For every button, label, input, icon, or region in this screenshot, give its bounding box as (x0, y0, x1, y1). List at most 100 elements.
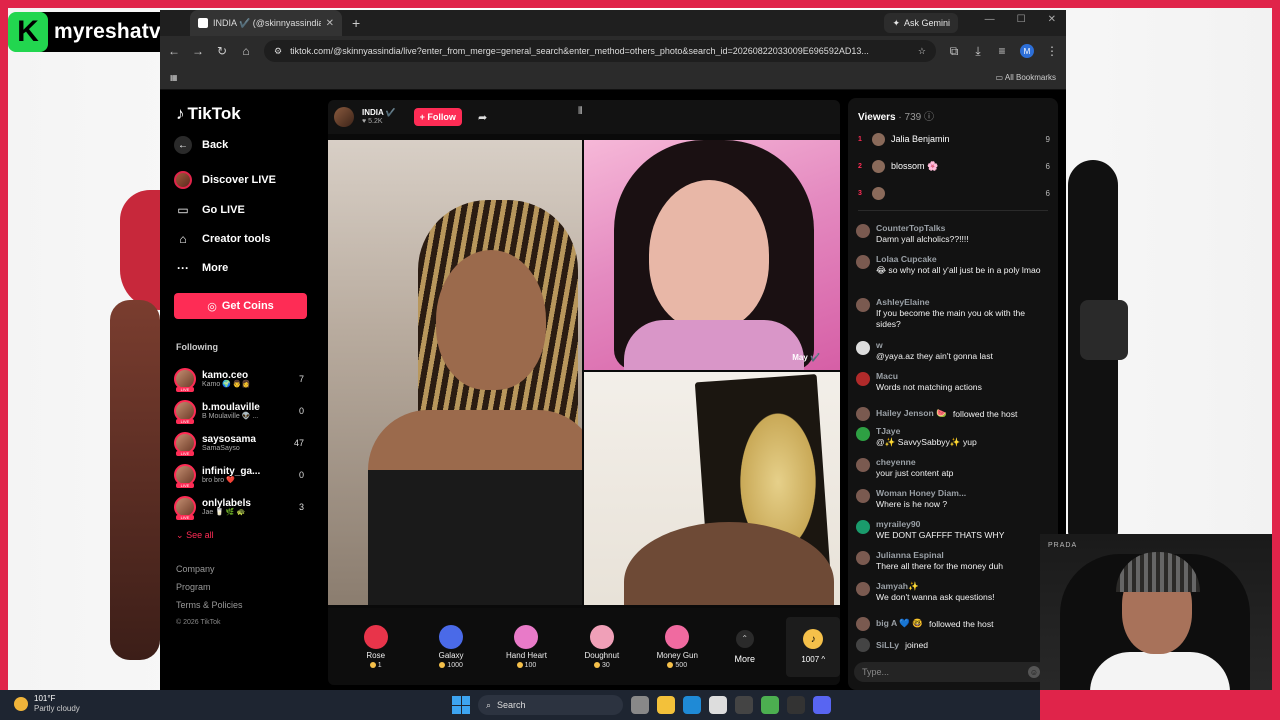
tab-tiktok-live[interactable]: INDIA ✔️ (@skinnyassindia) ✕ (190, 10, 342, 36)
ask-gemini-button[interactable]: ✦ Ask Gemini (884, 13, 958, 33)
apps-grid-icon[interactable]: ▦ (170, 73, 178, 82)
reload-icon[interactable]: ↻ (216, 44, 228, 58)
tab-close-icon[interactable]: ✕ (326, 18, 334, 29)
more-gifts-button[interactable]: ⌃ More (715, 629, 775, 664)
coin-balance-button[interactable]: ♪ 1007 ^ (786, 616, 840, 677)
avatar[interactable] (856, 458, 870, 472)
chat-username[interactable]: w (876, 340, 993, 351)
chat-username[interactable]: myrailey90 (876, 519, 1004, 530)
following-item[interactable]: saysosamaSamaSayso 47 (174, 429, 304, 457)
see-all-link[interactable]: ⌄ See all (176, 530, 214, 541)
sidebar-item-creator-tools[interactable]: ⌂ Creator tools (174, 230, 270, 248)
menu-dots-icon[interactable]: ⋮ (1046, 44, 1058, 58)
windows-start-icon[interactable] (452, 696, 470, 714)
chat-username[interactable]: Macu (876, 371, 982, 382)
gift-item[interactable]: Doughnut 30 (564, 617, 639, 677)
store-icon[interactable] (709, 696, 727, 714)
avatar[interactable] (856, 617, 870, 631)
gift-item[interactable]: Money Gun 500 (640, 617, 715, 677)
home-icon[interactable]: ⌂ (240, 44, 252, 58)
avatar[interactable] (856, 551, 870, 565)
edge-icon[interactable] (683, 696, 701, 714)
file-explorer-icon[interactable] (657, 696, 675, 714)
host-avatar[interactable] (334, 107, 354, 127)
video-host[interactable] (328, 140, 582, 605)
back-link[interactable]: ← Back (174, 136, 228, 154)
forward-arrow-icon[interactable]: → (192, 44, 204, 58)
tab-search-icon[interactable]: ≡ (996, 44, 1008, 58)
chat-username[interactable]: cheyenne (876, 457, 953, 468)
chat-username[interactable]: Julianna Espinal (876, 550, 1003, 561)
sidebar-item-more[interactable]: ··· More (174, 259, 228, 277)
program-link[interactable]: Program (176, 578, 243, 596)
avatar[interactable] (856, 298, 870, 312)
profile-avatar[interactable]: M (1020, 44, 1034, 58)
obs-icon[interactable] (735, 696, 753, 714)
chat-username[interactable]: Woman Honey Diam... (876, 488, 966, 499)
chat-username[interactable]: Jamyah✨ (876, 581, 995, 592)
gift-price: 500 (667, 662, 687, 669)
chat-username[interactable]: SiLLy (876, 640, 899, 650)
video-guest-2[interactable] (584, 372, 840, 605)
bookmark-star-icon[interactable]: ☆ (918, 46, 926, 57)
info-icon[interactable]: ⓘ (924, 112, 934, 123)
site-info-icon[interactable]: ⚙ (274, 46, 282, 57)
taskbar-search[interactable]: ⌕ Search (478, 695, 623, 715)
sidebar-item-go-live[interactable]: ▭ Go LIVE (174, 201, 245, 219)
avatar[interactable] (856, 407, 870, 421)
avatar[interactable] (856, 255, 870, 269)
app-icon[interactable] (787, 696, 805, 714)
viewer-row[interactable]: 1 Jalia Benjamin 9 (858, 130, 1050, 148)
new-tab-button[interactable]: + (352, 15, 360, 31)
avatar[interactable] (856, 372, 870, 386)
url-bar[interactable]: ⚙ tiktok.com/@skinnyassindia/live?enter_… (264, 40, 936, 62)
maximize-icon[interactable]: ☐ (1017, 14, 1026, 25)
minimize-icon[interactable]: — (985, 14, 995, 25)
avatar[interactable] (856, 582, 870, 596)
all-bookmarks-link[interactable]: ▭ All Bookmarks (996, 73, 1056, 82)
video-guest-1[interactable]: May ✔️ (584, 140, 840, 370)
url-text[interactable]: tiktok.com/@skinnyassindia/live?enter_fr… (290, 46, 910, 56)
avatar[interactable] (856, 341, 870, 355)
chat-username[interactable]: CounterTopTalks (876, 223, 969, 234)
company-link[interactable]: Company (176, 560, 243, 578)
chat-input-placeholder[interactable]: Type... (862, 667, 889, 677)
discord-icon[interactable] (813, 696, 831, 714)
weather-widget[interactable]: 101°F Partly cloudy (14, 694, 80, 713)
follow-button[interactable]: + Follow (413, 108, 462, 126)
viewer-row[interactable]: 2 blossom 🌸 6 (858, 157, 1050, 175)
emoji-icon[interactable]: ☺ (1028, 666, 1040, 678)
extensions-icon[interactable]: ⧉ (948, 44, 960, 59)
get-coins-button[interactable]: ◎ Get Coins (174, 293, 307, 319)
following-item[interactable]: kamo.ceoKamo 🌍 👨‍👩 7 (174, 365, 304, 393)
avatar[interactable] (856, 427, 870, 441)
gift-item[interactable]: Hand Heart 100 (489, 617, 564, 677)
chrome-icon[interactable] (761, 696, 779, 714)
host-info[interactable]: INDIA ✔️ ♥ 5.2K (362, 108, 396, 125)
chat-input[interactable]: Type... ☺ (854, 662, 1048, 682)
share-icon[interactable]: ➦ (478, 111, 487, 124)
following-item[interactable]: b.moulavilleB Moulaville 👽 ... 0 (174, 397, 304, 425)
task-view-icon[interactable] (631, 696, 649, 714)
gift-item[interactable]: Galaxy 1000 (413, 617, 488, 677)
viewer-row[interactable]: 3 6 (858, 184, 1050, 202)
tiktok-logo[interactable]: ♪ TikTok (176, 104, 241, 124)
chat-username[interactable]: TJaye (876, 426, 977, 437)
sidebar-item-discover-live[interactable]: Discover LIVE (174, 171, 276, 189)
avatar[interactable] (856, 520, 870, 534)
chat-username[interactable]: Lolaa Cupcake (876, 254, 1041, 265)
terms-link[interactable]: Terms & Policies (176, 596, 243, 614)
chat-username[interactable]: AshleyElaine (876, 297, 1052, 308)
download-icon[interactable]: ⤓ (972, 44, 984, 59)
avatar[interactable] (856, 224, 870, 238)
back-arrow-icon[interactable]: ← (168, 44, 180, 58)
chat-username[interactable]: big A 💙 🤓 (876, 618, 923, 629)
following-item[interactable]: infinity_ga...bro bro ❤️ 0 (174, 461, 304, 489)
following-item[interactable]: onlylabelsJae 🥛 🌿 🐢 3 (174, 493, 304, 521)
avatar[interactable] (856, 638, 870, 652)
gift-item[interactable]: Rose 1 (338, 617, 413, 677)
avatar[interactable] (856, 489, 870, 503)
close-window-icon[interactable]: ✕ (1048, 14, 1056, 25)
chat-username[interactable]: Hailey Jenson 🍉 (876, 408, 947, 419)
go-live-label: Go LIVE (202, 204, 245, 216)
